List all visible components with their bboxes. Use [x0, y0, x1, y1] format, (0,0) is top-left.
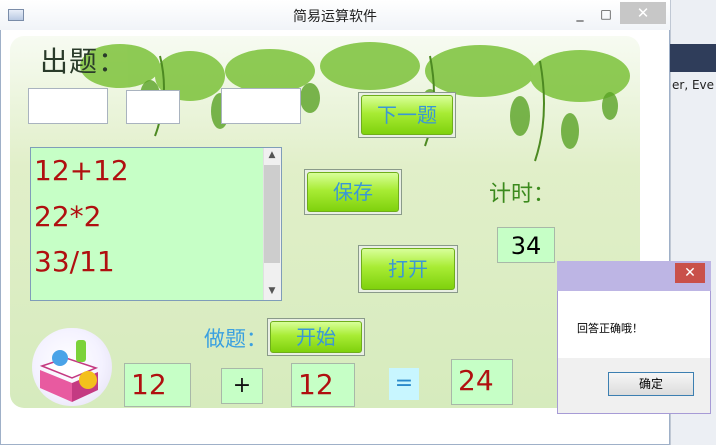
background-app-text: er, Eve [672, 78, 715, 92]
scroll-up-icon[interactable]: ▲ [263, 150, 281, 160]
save-button[interactable]: 保存 [304, 169, 402, 215]
start-label: 开始 [270, 321, 362, 353]
timer-label: 计时： [489, 182, 556, 207]
start-button[interactable]: 开始 [267, 318, 365, 356]
dialog-close-button[interactable]: ✕ [675, 263, 705, 283]
scroll-thumb[interactable] [264, 165, 280, 263]
background-app-toolbar [670, 44, 716, 72]
operator-input[interactable] [126, 90, 180, 124]
answer-operator: + [221, 368, 263, 404]
answer-input[interactable]: 24 [451, 359, 513, 405]
operand1-input[interactable] [28, 88, 108, 124]
chuti-label: 出题： [40, 45, 128, 78]
math-books-icon [32, 328, 112, 406]
list-item: 33/11 [34, 245, 115, 278]
next-question-button[interactable]: 下一题 [358, 92, 456, 138]
ok-button[interactable]: 确定 [608, 372, 694, 396]
dialog-message: 回答正确哦！ [577, 322, 643, 335]
answer-operand1: 12 [124, 363, 191, 407]
zuoti-label: 做题： [204, 327, 267, 351]
list-item: 22*2 [34, 200, 102, 233]
books-icon [39, 340, 99, 402]
operand2-input[interactable] [221, 88, 301, 124]
timer-value: 34 [497, 227, 555, 263]
list-item: 12+12 [34, 154, 129, 187]
maximize-button[interactable]: □ [594, 4, 618, 24]
question-list[interactable]: 12+12 22*2 33/11 [30, 147, 282, 301]
save-label: 保存 [307, 172, 399, 212]
close-button[interactable]: ✕ [620, 2, 666, 24]
open-button[interactable]: 打开 [358, 245, 458, 293]
next-question-label: 下一题 [361, 95, 453, 135]
open-label: 打开 [361, 248, 455, 290]
scroll-down-icon[interactable]: ▼ [263, 286, 281, 296]
minimize-button[interactable]: _ [568, 4, 592, 24]
equals-sign: = [389, 368, 419, 400]
answer-operand2: 12 [291, 363, 355, 407]
